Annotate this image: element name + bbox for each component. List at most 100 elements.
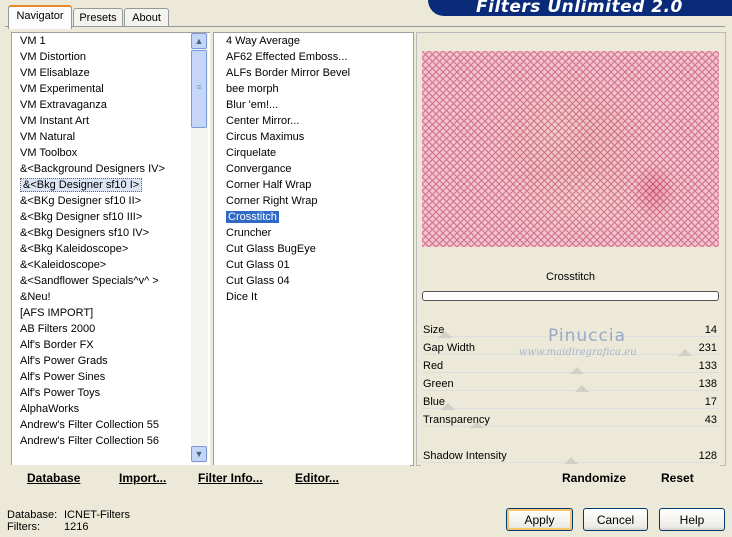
param-row[interactable]: Green 138 bbox=[422, 376, 719, 394]
category-item-label: &<Bkg Kaleidoscope> bbox=[20, 243, 129, 255]
category-item-label: Alf's Power Grads bbox=[20, 355, 108, 367]
category-item[interactable]: Alf's Power Toys bbox=[18, 385, 165, 401]
param-value: 43 bbox=[704, 414, 717, 426]
category-item-label: Alf's Power Sines bbox=[20, 371, 106, 383]
filter-item-label: Cirquelate bbox=[226, 147, 277, 159]
reset-button[interactable]: Reset bbox=[661, 471, 694, 485]
import-button[interactable]: Import... bbox=[119, 471, 166, 485]
filter-item-label: AF62 Effected Emboss... bbox=[226, 51, 348, 63]
editor-button[interactable]: Editor... bbox=[295, 471, 339, 485]
preview-image bbox=[422, 51, 719, 247]
param-slider-track[interactable] bbox=[422, 390, 719, 391]
category-item[interactable]: &<Bkg Designers sf10 IV> bbox=[18, 225, 165, 241]
category-list: VM 1 VM Distortion VM Elisablaze VM Experim… bbox=[18, 33, 165, 449]
category-item[interactable]: VM Natural bbox=[18, 129, 165, 145]
filter-item[interactable]: Blur 'em!... bbox=[224, 97, 350, 113]
filter-item[interactable]: Cirquelate bbox=[224, 145, 350, 161]
filter-item-label: Blur 'em!... bbox=[226, 99, 279, 111]
category-item[interactable]: VM Distortion bbox=[18, 49, 165, 65]
category-item[interactable]: &<Bkg Kaleidoscope> bbox=[18, 241, 165, 257]
scroll-down-icon[interactable]: ▼ bbox=[191, 446, 207, 462]
category-item[interactable]: &<Background Designers IV> bbox=[18, 161, 165, 177]
param-label: Gap Width bbox=[423, 342, 475, 354]
category-item[interactable]: &<Bkg Designer sf10 III> bbox=[18, 209, 165, 225]
category-item[interactable]: VM Extravaganza bbox=[18, 97, 165, 113]
category-item[interactable]: VM Elisablaze bbox=[18, 65, 165, 81]
filter-item-label: Corner Right Wrap bbox=[226, 195, 318, 207]
apply-button[interactable]: Apply bbox=[506, 508, 573, 531]
filter-item[interactable]: Convergance bbox=[224, 161, 350, 177]
param-slider-knob[interactable] bbox=[678, 349, 693, 356]
filter-item-label: Convergance bbox=[226, 163, 292, 175]
category-item-label: &<BKg Designer sf10 II> bbox=[20, 195, 142, 207]
category-item[interactable]: Andrew's Filter Collection 55 bbox=[18, 417, 165, 433]
tab-presets[interactable]: Presets bbox=[73, 8, 123, 27]
category-item[interactable]: Alf's Power Sines bbox=[18, 369, 165, 385]
filter-item[interactable]: 4 Way Average bbox=[224, 33, 350, 49]
param-row[interactable]: Red 133 bbox=[422, 358, 719, 376]
category-item-label: [AFS IMPORT] bbox=[20, 307, 94, 319]
category-item[interactable]: AB Filters 2000 bbox=[18, 321, 165, 337]
tab-about[interactable]: About bbox=[124, 8, 169, 27]
category-item[interactable]: [AFS IMPORT] bbox=[18, 305, 165, 321]
footer-database-value: ICNET-Filters bbox=[64, 509, 130, 521]
param-slider-knob[interactable] bbox=[569, 367, 584, 374]
filter-item[interactable]: Crosstitch bbox=[224, 209, 350, 225]
param-row[interactable]: Shadow Intensity 128 bbox=[422, 448, 719, 466]
filter-item[interactable]: Corner Half Wrap bbox=[224, 177, 350, 193]
param-slider-knob[interactable] bbox=[575, 385, 590, 392]
param-slider-knob[interactable] bbox=[564, 457, 579, 464]
param-slider-track[interactable] bbox=[422, 408, 719, 409]
filter-item[interactable]: bee morph bbox=[224, 81, 350, 97]
filter-item[interactable]: Corner Right Wrap bbox=[224, 193, 350, 209]
category-item-label: &<Sandflower Specials^v^ > bbox=[20, 275, 159, 287]
filter-info-button[interactable]: Filter Info... bbox=[198, 471, 263, 485]
category-item[interactable]: VM Experimental bbox=[18, 81, 165, 97]
tab-strip-border bbox=[5, 26, 725, 27]
scrollbar-thumb[interactable]: ≡ bbox=[191, 50, 207, 128]
filter-item-label: ALFs Border Mirror Bevel bbox=[226, 67, 351, 79]
cancel-button[interactable]: Cancel bbox=[583, 508, 648, 531]
category-item[interactable]: VM Instant Art bbox=[18, 113, 165, 129]
filter-item[interactable]: Cruncher bbox=[224, 225, 350, 241]
category-item[interactable]: Alf's Power Grads bbox=[18, 353, 165, 369]
category-item-label: VM Experimental bbox=[20, 83, 104, 95]
category-item-label: Alf's Power Toys bbox=[20, 387, 101, 399]
filter-item[interactable]: Cut Glass 04 bbox=[224, 273, 350, 289]
filter-item[interactable]: AF62 Effected Emboss... bbox=[224, 49, 350, 65]
category-item[interactable]: &<Bkg Designer sf10 I> bbox=[18, 177, 165, 193]
category-item[interactable]: &<Sandflower Specials^v^ > bbox=[18, 273, 165, 289]
footer-database-label: Database: bbox=[7, 509, 58, 521]
filter-item-label: Cruncher bbox=[226, 227, 272, 239]
category-item[interactable]: VM 1 bbox=[18, 33, 165, 49]
filter-item[interactable]: Dice It bbox=[224, 289, 350, 305]
param-value: 17 bbox=[704, 396, 717, 408]
filter-list-panel: 4 Way Average AF62 Effected Emboss... ALFs… bbox=[213, 32, 414, 466]
filter-item[interactable]: Cut Glass 01 bbox=[224, 257, 350, 273]
filter-item[interactable]: ALFs Border Mirror Bevel bbox=[224, 65, 350, 81]
category-item-label: &<Background Designers IV> bbox=[20, 163, 165, 175]
category-item[interactable]: Andrew's Filter Collection 56 bbox=[18, 433, 165, 449]
param-slider-track[interactable] bbox=[422, 426, 719, 427]
category-scrollbar[interactable]: ▲ ≡ ▼ bbox=[191, 33, 208, 463]
selected-filter-name: Crosstitch bbox=[422, 267, 719, 287]
category-item[interactable]: &<BKg Designer sf10 II> bbox=[18, 193, 165, 209]
tab-navigator[interactable]: Navigator bbox=[8, 5, 72, 29]
param-row[interactable]: Transparency 43 bbox=[422, 412, 719, 430]
scroll-up-icon[interactable]: ▲ bbox=[191, 33, 207, 49]
filter-item[interactable]: Cut Glass BugEye bbox=[224, 241, 350, 257]
randomize-button[interactable]: Randomize bbox=[562, 471, 626, 485]
category-item[interactable]: &Neu! bbox=[18, 289, 165, 305]
param-row[interactable]: Blue 17 bbox=[422, 394, 719, 412]
category-item[interactable]: &<Kaleidoscope> bbox=[18, 257, 165, 273]
filter-item-label: 4 Way Average bbox=[226, 35, 300, 47]
category-item[interactable]: AlphaWorks bbox=[18, 401, 165, 417]
filter-item[interactable]: Circus Maximus bbox=[224, 129, 350, 145]
help-button[interactable]: Help bbox=[659, 508, 725, 531]
param-value: 133 bbox=[698, 360, 717, 372]
database-button[interactable]: Database bbox=[27, 471, 80, 485]
category-item[interactable]: VM Toolbox bbox=[18, 145, 165, 161]
category-item[interactable]: Alf's Border FX bbox=[18, 337, 165, 353]
category-item-label: VM 1 bbox=[20, 35, 46, 47]
filter-item[interactable]: Center Mirror... bbox=[224, 113, 350, 129]
